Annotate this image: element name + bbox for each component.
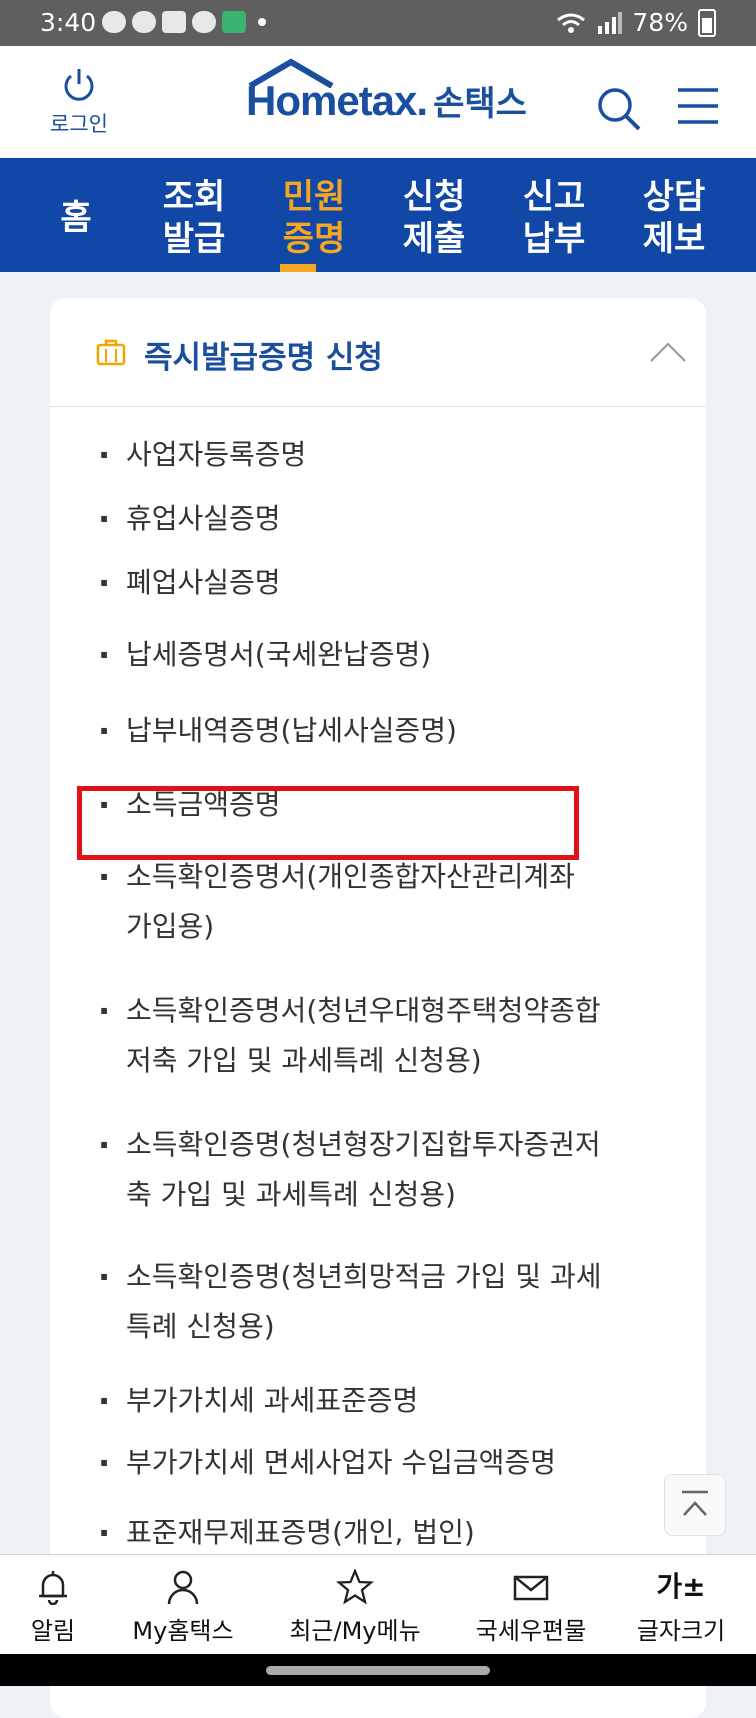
tab-tax-mail[interactable]: 국세우편물 bbox=[456, 1569, 606, 1646]
nav-consult[interactable]: 상담 제보 bbox=[624, 176, 724, 260]
list-item[interactable]: 소득확인증명(청년형장기집합투자증권저 bbox=[98, 1118, 601, 1172]
section-header[interactable]: 즉시발급증명 신청 bbox=[50, 298, 706, 407]
list-item[interactable]: 휴업사실증명 bbox=[98, 492, 281, 546]
list-item-continued[interactable]: 특례 신청용) bbox=[98, 1300, 275, 1354]
nav-apply[interactable]: 신청 제출 bbox=[384, 176, 484, 260]
list-item-continued[interactable]: 저축 가입 및 과세특례 신청용) bbox=[98, 1034, 482, 1088]
bell-icon bbox=[39, 1571, 67, 1605]
list-item[interactable]: 사업자등록증명 bbox=[98, 428, 306, 482]
tab-label: 글자크기 bbox=[636, 1617, 726, 1645]
chevron-up-icon[interactable] bbox=[648, 340, 688, 364]
login-label: 로그인 bbox=[50, 112, 108, 136]
section-title: 즉시발급증명 신청 bbox=[144, 340, 383, 376]
list-item[interactable]: 폐업사실증명 bbox=[98, 556, 281, 610]
system-nav-bar bbox=[0, 1654, 756, 1686]
nav-active-underline bbox=[280, 264, 316, 272]
wifi-icon bbox=[557, 13, 586, 33]
mail-icon bbox=[513, 1575, 549, 1601]
list-item[interactable]: 부가가치세 과세표준증명 bbox=[98, 1374, 418, 1428]
tab-label: 최근/My메뉴 bbox=[289, 1617, 421, 1645]
logo-sontax-text: 손택스 bbox=[433, 84, 527, 124]
main-nav: 홈 조회 발급 민원 증명 신청 제출 신고 납부 상담 제보 bbox=[0, 158, 756, 272]
status-bar: 3:40 78% bbox=[0, 0, 756, 46]
tab-label: 국세우편물 bbox=[475, 1617, 587, 1645]
talk-icon bbox=[102, 11, 126, 33]
nav-home[interactable]: 홈 bbox=[26, 197, 126, 239]
font-size-icon: 가± bbox=[656, 1570, 706, 1603]
logo-roof-icon bbox=[248, 58, 334, 88]
more-dot-icon bbox=[258, 18, 266, 26]
tab-label: My홈택스 bbox=[132, 1617, 234, 1645]
nav-report[interactable]: 신고 납부 bbox=[504, 176, 604, 260]
scroll-top-button[interactable] bbox=[664, 1474, 726, 1536]
status-time: 3:40 bbox=[40, 8, 97, 37]
list-item[interactable]: 납세증명서(국세완납증명) bbox=[98, 628, 431, 682]
hamburger-menu-icon[interactable] bbox=[676, 86, 720, 126]
search-icon[interactable] bbox=[596, 86, 642, 132]
home-indicator[interactable] bbox=[266, 1666, 490, 1675]
list-item-continued[interactable]: 축 가입 및 과세특례 신청용) bbox=[98, 1168, 456, 1222]
chat-icon bbox=[192, 11, 216, 33]
battery-icon bbox=[698, 8, 716, 37]
notification-icons bbox=[102, 11, 266, 33]
list-item[interactable]: 표준재무제표증명(개인, 법인) bbox=[98, 1506, 475, 1560]
tab-label: 알림 bbox=[30, 1617, 76, 1645]
n-icon bbox=[162, 11, 186, 33]
highlight-box bbox=[77, 786, 579, 860]
certificate-section-card: 즉시발급증명 신청 사업자등록증명 휴업사실증명 폐업사실증명 납세증명서(국세… bbox=[50, 298, 706, 1718]
tab-my-hometax[interactable]: My홈택스 bbox=[108, 1569, 258, 1646]
nav-inquiry[interactable]: 조회 발급 bbox=[144, 176, 244, 260]
login-button[interactable]: 로그인 bbox=[40, 66, 118, 138]
star-icon bbox=[336, 1569, 374, 1605]
nav-civil[interactable]: 민원 증명 bbox=[264, 176, 364, 260]
tab-font-size[interactable]: 가± 글자크기 bbox=[606, 1569, 756, 1646]
list-item[interactable]: 납부내역증명(납세사실증명) bbox=[98, 704, 457, 758]
briefcase-icon bbox=[96, 339, 126, 366]
tab-recent-menu[interactable]: 최근/My메뉴 bbox=[280, 1569, 430, 1646]
person-icon bbox=[167, 1570, 199, 1605]
hometax-logo[interactable]: Hometax. 손택스 bbox=[246, 58, 527, 136]
all-icon bbox=[222, 11, 246, 33]
battery-percent: 78% bbox=[632, 8, 688, 37]
scroll-top-icon bbox=[682, 1490, 708, 1516]
app-header: 로그인 Hometax. 손택스 bbox=[0, 46, 756, 158]
signal-icon bbox=[598, 11, 623, 34]
bottom-tab-bar: 알림 My홈택스 최근/My메뉴 국세우편물 가± 글자크기 bbox=[0, 1554, 756, 1655]
list-item[interactable]: 부가가치세 면세사업자 수입금액증명 bbox=[98, 1436, 556, 1490]
list-item[interactable]: 소득확인증명(청년희망적금 가입 및 과세 bbox=[98, 1250, 602, 1304]
list-item-continued[interactable]: 가입용) bbox=[98, 900, 214, 954]
list-item[interactable]: 소득확인증명서(청년우대형주택청약종합 bbox=[98, 984, 601, 1038]
power-icon bbox=[64, 69, 94, 101]
talk-icon bbox=[132, 11, 156, 33]
